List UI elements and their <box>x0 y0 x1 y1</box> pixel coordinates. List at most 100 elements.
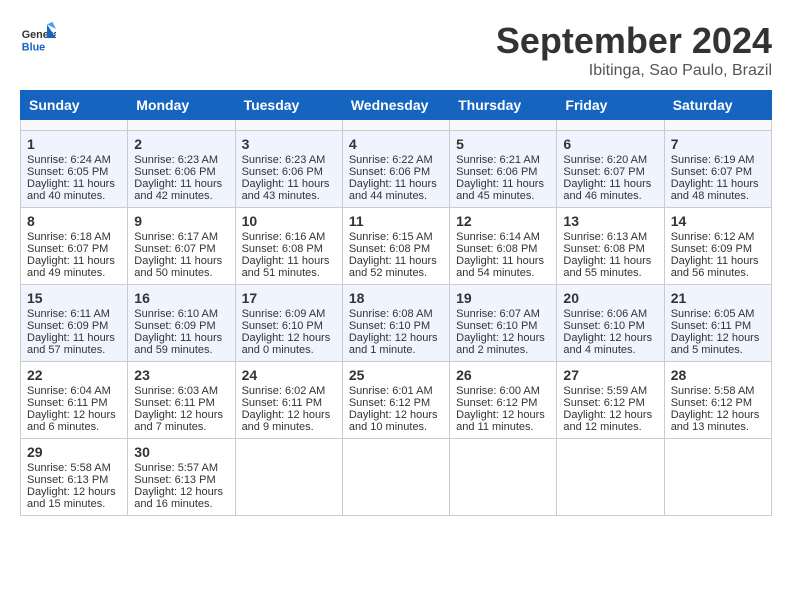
sunset-text: Sunset: 6:12 PM <box>349 397 430 409</box>
calendar-cell <box>342 439 449 516</box>
sunrise-text: Sunrise: 6:13 AM <box>563 231 647 243</box>
daylight-text: Daylight: 11 hours and 46 minutes. <box>563 178 651 202</box>
sunset-text: Sunset: 6:07 PM <box>671 166 752 178</box>
day-number: 3 <box>242 136 336 152</box>
sunrise-text: Sunrise: 6:16 AM <box>242 231 326 243</box>
sunset-text: Sunset: 6:06 PM <box>456 166 537 178</box>
day-number: 28 <box>671 367 765 383</box>
day-number: 5 <box>456 136 550 152</box>
calendar-header-row: SundayMondayTuesdayWednesdayThursdayFrid… <box>21 91 772 120</box>
day-number: 8 <box>27 213 121 229</box>
sunset-text: Sunset: 6:11 PM <box>242 397 323 409</box>
calendar-cell: 29Sunrise: 5:58 AMSunset: 6:13 PMDayligh… <box>21 439 128 516</box>
day-number: 6 <box>563 136 657 152</box>
calendar-cell: 11Sunrise: 6:15 AMSunset: 6:08 PMDayligh… <box>342 208 449 285</box>
day-number: 24 <box>242 367 336 383</box>
calendar-cell: 21Sunrise: 6:05 AMSunset: 6:11 PMDayligh… <box>664 285 771 362</box>
day-number: 12 <box>456 213 550 229</box>
day-number: 1 <box>27 136 121 152</box>
sunset-text: Sunset: 6:08 PM <box>242 243 323 255</box>
daylight-text: Daylight: 11 hours and 51 minutes. <box>242 255 330 279</box>
calendar-week-2: 8Sunrise: 6:18 AMSunset: 6:07 PMDaylight… <box>21 208 772 285</box>
calendar-cell: 25Sunrise: 6:01 AMSunset: 6:12 PMDayligh… <box>342 362 449 439</box>
calendar-cell: 30Sunrise: 5:57 AMSunset: 6:13 PMDayligh… <box>128 439 235 516</box>
calendar-cell: 12Sunrise: 6:14 AMSunset: 6:08 PMDayligh… <box>450 208 557 285</box>
day-number: 27 <box>563 367 657 383</box>
daylight-text: Daylight: 11 hours and 57 minutes. <box>27 332 115 356</box>
daylight-text: Daylight: 12 hours and 10 minutes. <box>349 409 438 433</box>
calendar-cell <box>342 120 449 131</box>
sunrise-text: Sunrise: 6:15 AM <box>349 231 433 243</box>
day-header-tuesday: Tuesday <box>235 91 342 120</box>
logo: General Blue <box>20 20 56 56</box>
daylight-text: Daylight: 12 hours and 5 minutes. <box>671 332 760 356</box>
location: Ibitinga, Sao Paulo, Brazil <box>496 62 772 80</box>
calendar-cell: 14Sunrise: 6:12 AMSunset: 6:09 PMDayligh… <box>664 208 771 285</box>
day-number: 18 <box>349 290 443 306</box>
sunset-text: Sunset: 6:08 PM <box>563 243 644 255</box>
daylight-text: Daylight: 11 hours and 49 minutes. <box>27 255 115 279</box>
calendar-week-3: 15 Sunrise: 6:11 AM Sunset: 6:09 PM Dayligh… <box>21 285 772 362</box>
daylight-text: Daylight: 11 hours and 52 minutes. <box>349 255 437 279</box>
daylight-text: Daylight: 12 hours and 11 minutes. <box>456 409 545 433</box>
sunset-text: Sunset: 6:12 PM <box>456 397 537 409</box>
day-number: 19 <box>456 290 550 306</box>
sunrise-text: Sunrise: 6:07 AM <box>456 308 540 320</box>
sunset-text: Sunset: 6:06 PM <box>134 166 215 178</box>
calendar-cell: 17Sunrise: 6:09 AMSunset: 6:10 PMDayligh… <box>235 285 342 362</box>
sunset-text: Sunset: 6:07 PM <box>134 243 215 255</box>
sunrise-text: Sunrise: 6:03 AM <box>134 385 218 397</box>
calendar-cell <box>557 120 664 131</box>
sunrise-text: Sunrise: 6:05 AM <box>671 308 755 320</box>
calendar-table: SundayMondayTuesdayWednesdayThursdayFrid… <box>20 90 772 516</box>
daylight-text: Daylight: 12 hours and 9 minutes. <box>242 409 331 433</box>
day-number: 20 <box>563 290 657 306</box>
day-number: 29 <box>27 444 121 460</box>
sunrise-text: Sunrise: 6:23 AM <box>134 154 218 166</box>
calendar-cell: 2Sunrise: 6:23 AMSunset: 6:06 PMDaylight… <box>128 131 235 208</box>
sunrise-text: Sunrise: 6:02 AM <box>242 385 326 397</box>
calendar-cell <box>450 439 557 516</box>
daylight-text: Daylight: 12 hours and 2 minutes. <box>456 332 545 356</box>
daylight-text: Daylight: 12 hours and 7 minutes. <box>134 409 223 433</box>
day-number: 16 <box>134 290 228 306</box>
sunrise-text: Sunrise: 6:06 AM <box>563 308 647 320</box>
daylight-text: Daylight: 11 hours and 54 minutes. <box>456 255 544 279</box>
sunrise-text: Sunrise: 6:12 AM <box>671 231 755 243</box>
calendar-cell: 3Sunrise: 6:23 AMSunset: 6:06 PMDaylight… <box>235 131 342 208</box>
sunset-text: Sunset: 6:09 PM <box>671 243 752 255</box>
daylight-text: Daylight: 11 hours and 48 minutes. <box>671 178 759 202</box>
calendar-cell: 18Sunrise: 6:08 AMSunset: 6:10 PMDayligh… <box>342 285 449 362</box>
daylight-text: Daylight: 11 hours and 43 minutes. <box>242 178 330 202</box>
calendar-cell <box>557 439 664 516</box>
sunrise-text: Sunrise: 6:08 AM <box>349 308 433 320</box>
sunrise-text: Sunrise: 5:57 AM <box>134 462 218 474</box>
calendar-cell: 24 Sunrise: 6:02 AMSunset: 6:11 PMDayligh… <box>235 362 342 439</box>
calendar-cell <box>128 120 235 131</box>
sunset-text: Sunset: 6:06 PM <box>349 166 430 178</box>
daylight-text: Daylight: 12 hours and 1 minute. <box>349 332 438 356</box>
sunrise-text: Sunrise: 6:11 AM <box>27 308 110 320</box>
calendar-cell: 10Sunrise: 6:16 AMSunset: 6:08 PMDayligh… <box>235 208 342 285</box>
daylight-text: Daylight: 12 hours and 12 minutes. <box>563 409 652 433</box>
day-header-thursday: Thursday <box>450 91 557 120</box>
daylight-text: Daylight: 11 hours and 40 minutes. <box>27 178 115 202</box>
calendar-cell: 20 Sunrise: 6:06 AMSunset: 6:10 PMDayligh… <box>557 285 664 362</box>
daylight-text: Daylight: 12 hours and 4 minutes. <box>563 332 652 356</box>
calendar-cell: 5 Sunrise: 6:21 AMSunset: 6:06 PMDaylight… <box>450 131 557 208</box>
daylight-text: Daylight: 11 hours and 45 minutes. <box>456 178 544 202</box>
calendar-cell <box>21 120 128 131</box>
calendar-week-5: 29Sunrise: 5:58 AMSunset: 6:13 PMDayligh… <box>21 439 772 516</box>
sunrise-text: Sunrise: 6:17 AM <box>134 231 218 243</box>
daylight-text: Daylight: 11 hours and 55 minutes. <box>563 255 651 279</box>
day-number: 14 <box>671 213 765 229</box>
day-number: 15 <box>27 290 121 306</box>
sunset-text: Sunset: 6:13 PM <box>134 474 215 486</box>
sunset-text: Sunset: 6:10 PM <box>563 320 644 332</box>
sunset-text: Sunset: 6:10 PM <box>456 320 537 332</box>
sunset-text: Sunset: 6:09 PM <box>134 320 215 332</box>
title-block: September 2024 Ibitinga, Sao Paulo, Braz… <box>496 20 772 80</box>
sunrise-text: Sunrise: 6:09 AM <box>242 308 326 320</box>
sunset-text: Sunset: 6:11 PM <box>27 397 108 409</box>
sunrise-text: Sunrise: 6:21 AM <box>456 154 540 166</box>
